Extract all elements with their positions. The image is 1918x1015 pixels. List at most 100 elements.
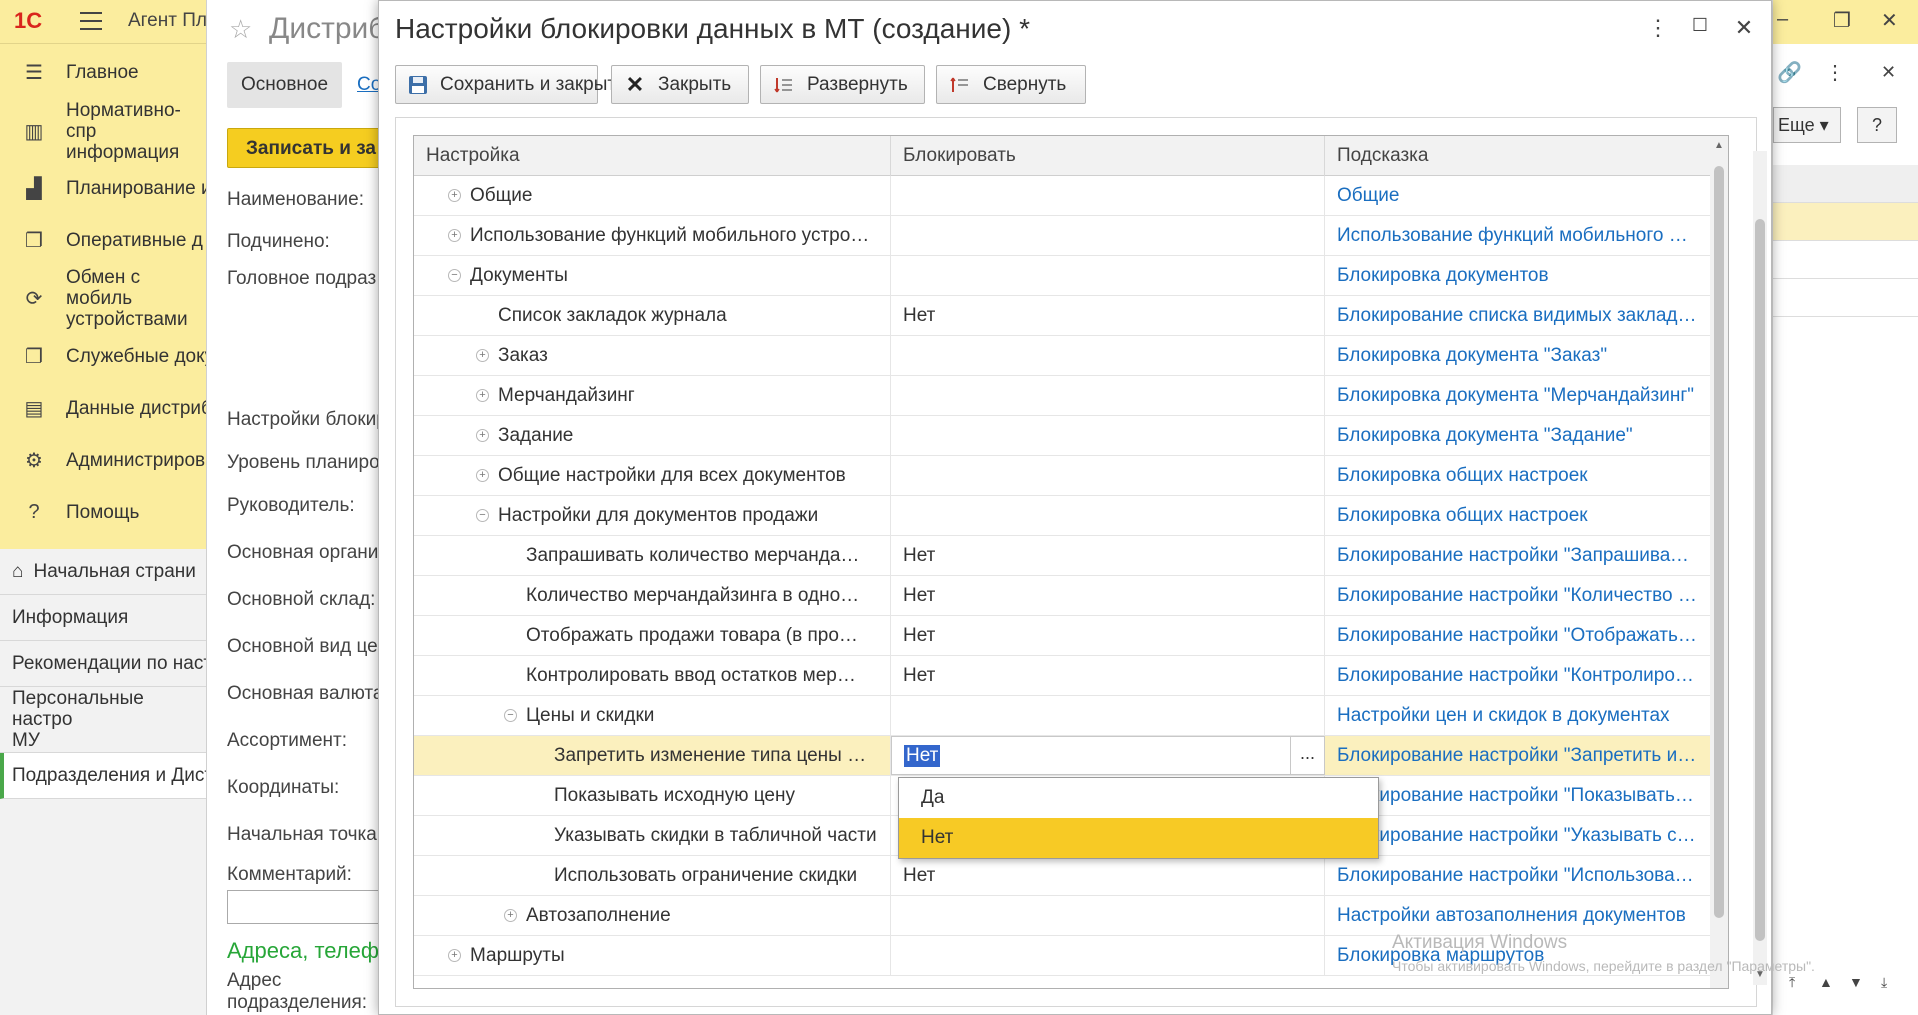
write-button[interactable]: Записать и за [227,128,378,168]
help-button[interactable]: ? [1857,107,1897,143]
tree-row[interactable]: + Автозаполнение Настройки автозаполнения … [414,896,1710,936]
block-cell[interactable] [891,416,1325,455]
hint-link[interactable]: Общие [1337,185,1697,207]
tree-row[interactable]: Список закладок журнала Нет Блокирование с… [414,296,1710,336]
tree-row[interactable]: Контролировать ввод остатков мер… Нет Блок… [414,656,1710,696]
tab-main[interactable]: Основное [227,62,343,108]
collapse-node-icon[interactable]: − [476,509,489,522]
hint-link[interactable]: Блокирование настройки "Указывать с… [1337,825,1697,847]
setting-cell[interactable]: + Использование функций мобильного устро… [414,216,891,255]
block-cell[interactable]: Нет... [891,736,1325,775]
block-cell[interactable] [891,896,1325,935]
list-row-selected[interactable] [1773,203,1918,241]
hint-link[interactable]: Настройки автозаполнения документов [1337,905,1697,927]
block-cell[interactable]: Нет [891,856,1325,895]
section-planning[interactable]: ▟ Планирование и [0,162,206,214]
setting-cell[interactable]: Указывать скидки в табличной части [414,816,891,855]
collapse-node-icon[interactable]: − [448,269,461,282]
block-cell[interactable]: Нет [891,656,1325,695]
expand-node-icon[interactable]: + [476,349,489,362]
hint-link[interactable]: Блокирование настройки "Показывать … [1337,785,1697,807]
nav-info[interactable]: Информация [0,595,206,641]
hint-link[interactable]: Блокировка документа "Заказ" [1337,345,1697,367]
dropdown-option-no[interactable]: Нет [899,818,1378,858]
expand-node-icon[interactable]: + [448,189,461,202]
section-distributor-data[interactable]: ▤ Данные дистриб [0,382,206,434]
setting-cell[interactable]: − Документы [414,256,891,295]
block-cell[interactable] [891,936,1325,975]
maximize-icon[interactable]: ☐ [1685,15,1715,36]
dropdown-option-yes[interactable]: Да [899,778,1378,818]
block-cell[interactable] [891,376,1325,415]
hint-link[interactable]: Блокировка документа "Задание" [1337,425,1697,447]
restore-icon[interactable]: ❐ [1833,8,1851,33]
hint-link[interactable]: Блокировка общих настроек [1337,465,1697,487]
section-main[interactable]: ☰ Главное [0,44,206,100]
tree-row[interactable]: + Заказ Блокировка документа "Заказ" [414,336,1710,376]
list-row[interactable] [1773,279,1918,317]
tree-row[interactable]: − Документы Блокировка документов [414,256,1710,296]
dialog-scrollbar[interactable]: ▼ [1753,151,1767,985]
scrollbar-thumb[interactable] [1755,219,1765,941]
select-button[interactable]: ... [1290,737,1324,774]
settings-tree-grid[interactable]: Настройка Блокировать Подсказка + Общие Об… [413,135,1729,989]
hint-link[interactable]: Блокирование настройки "Запретить из… [1337,745,1697,767]
hint-link[interactable]: Блокирование списка видимых заклад… [1337,305,1697,327]
setting-cell[interactable]: + Общие настройки для всех документов [414,456,891,495]
section-exchange[interactable]: ⟳ Обмен с мобиль устройствами [0,266,206,330]
section-help[interactable]: ? Помощь [0,486,206,538]
section-service-docs[interactable]: ❐ Служебные доку [0,330,206,382]
scroll-top-icon[interactable]: ⤒ [1789,974,1795,991]
scroll-up-icon[interactable]: ▲ [1819,974,1833,990]
setting-cell[interactable]: Использовать ограничение скидки [414,856,891,895]
more-button[interactable]: Еще ▾ [1773,107,1841,143]
hint-link[interactable]: Блокирование настройки "Отображать … [1337,625,1697,647]
scroll-down-icon[interactable]: ▼ [1849,974,1863,990]
hint-link[interactable]: Блокировка документа "Мерчандайзинг" [1337,385,1697,407]
setting-cell[interactable]: Запрашивать количество мерчанда… [414,536,891,575]
hint-link[interactable]: Использование функций мобильного у… [1337,225,1697,247]
tree-row[interactable]: − Настройки для документов продажи Блокиро… [414,496,1710,536]
setting-cell[interactable]: + Мерчандайзинг [414,376,891,415]
expand-node-icon[interactable]: + [476,469,489,482]
list-row[interactable] [1773,241,1918,279]
grid-scrollbar[interactable]: ▲ [1710,136,1728,988]
block-cell[interactable]: Нет [891,536,1325,575]
tree-row[interactable]: + Мерчандайзинг Блокировка документа "Мерч… [414,376,1710,416]
tree-row[interactable]: Запретить изменение типа цены … Нет... Бло… [414,736,1710,776]
hint-link[interactable]: Блокирование настройки "Контролиров… [1337,665,1697,687]
column-header-block[interactable]: Блокировать [891,136,1325,176]
expand-node-icon[interactable]: + [476,389,489,402]
hint-link[interactable]: Блокировка документов [1337,265,1697,287]
block-cell[interactable] [891,216,1325,255]
setting-cell[interactable]: + Заказ [414,336,891,375]
block-cell[interactable]: Нет [891,296,1325,335]
block-cell[interactable]: Нет [891,616,1325,655]
expand-node-icon[interactable]: + [476,429,489,442]
setting-cell[interactable]: Отображать продажи товара (в про… [414,616,891,655]
hint-link[interactable]: Блокировка общих настроек [1337,505,1697,527]
scroll-bottom-icon[interactable]: ⤓ [1881,974,1887,991]
expand-button[interactable]: Развернуть [760,65,925,104]
nav-home[interactable]: ⌂ Начальная страни [0,549,206,595]
tree-row[interactable]: Количество мерчандайзинга в одно… Нет Блок… [414,576,1710,616]
tree-row[interactable]: Использовать ограничение скидки Нет Блокир… [414,856,1710,896]
comment-input[interactable] [227,890,378,924]
close-icon[interactable]: ✕ [1881,8,1898,33]
expand-node-icon[interactable]: + [448,949,461,962]
expand-node-icon[interactable]: + [448,229,461,242]
more-icon[interactable]: ⋮ [1825,60,1845,85]
hint-link[interactable]: Настройки цен и скидок в документах [1337,705,1697,727]
column-header-hint[interactable]: Подсказка [1325,136,1710,176]
setting-cell[interactable]: − Цены и скидки [414,696,891,735]
hint-link[interactable]: Блокирование настройки "Использова… [1337,865,1697,887]
star-icon[interactable]: ☆ [229,14,252,45]
setting-cell[interactable]: + Маршруты [414,936,891,975]
block-cell[interactable] [891,696,1325,735]
expand-node-icon[interactable]: + [504,909,517,922]
save-close-button[interactable]: Сохранить и закрыть [395,65,626,104]
hint-link[interactable]: Блокирование настройки "Запрашиват… [1337,545,1697,567]
hint-link[interactable]: Блокирование настройки "Количество … [1337,585,1697,607]
section-operational[interactable]: ❐ Оперативные д [0,214,206,266]
collapse-button[interactable]: Свернуть [936,65,1086,104]
